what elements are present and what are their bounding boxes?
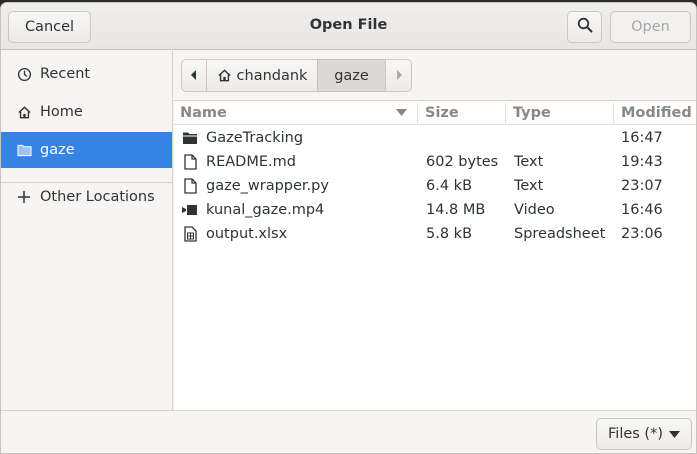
text-file-icon	[182, 154, 198, 170]
file-modified: 16:47	[621, 130, 663, 146]
table-row[interactable]: README.md 602 bytes Text 19:43	[174, 150, 696, 174]
sidebar-item-label: Home	[40, 104, 83, 120]
file-size: 5.8 kB	[426, 226, 473, 242]
file-filter-label: Files (*)	[608, 426, 663, 442]
file-name: kunal_gaze.mp4	[206, 202, 325, 218]
column-header-label: Type	[513, 105, 551, 121]
path-button-label: gaze	[334, 67, 369, 84]
file-type: Video	[514, 202, 555, 218]
clock-icon	[16, 66, 32, 82]
path-scroll-left-button[interactable]	[181, 59, 207, 92]
file-modified: 23:06	[621, 226, 663, 242]
file-modified: 23:07	[621, 178, 663, 194]
home-icon	[217, 68, 232, 83]
video-file-icon	[182, 202, 198, 218]
file-list: Name Size Type Modified GazeTracking 16:…	[174, 100, 696, 410]
file-name: GazeTracking	[206, 130, 304, 146]
table-row[interactable]: kunal_gaze.mp4 14.8 MB Video 16:46	[174, 198, 696, 222]
table-row[interactable]: output.xlsx 5.8 kB Spreadsheet 23:06	[174, 222, 696, 246]
file-name: README.md	[206, 154, 296, 170]
file-modified: 19:43	[621, 154, 663, 170]
open-file-dialog: Cancel Open File Open Recent Home gaze O…	[0, 2, 697, 454]
column-separator	[613, 103, 614, 123]
file-type: Spreadsheet	[514, 226, 606, 242]
chevron-left-icon	[190, 68, 198, 84]
plus-icon	[16, 189, 32, 205]
path-button-current[interactable]: gaze	[317, 59, 386, 92]
places-sidebar: Recent Home gaze Other Locations	[1, 51, 173, 410]
home-icon	[16, 104, 32, 120]
column-separator	[417, 103, 418, 123]
sidebar-item-home[interactable]: Home	[1, 94, 172, 130]
bottom-bar: Files (*)	[1, 410, 696, 453]
path-bar: chandank gaze	[181, 59, 412, 92]
file-size: 602 bytes	[426, 154, 499, 170]
column-header-label: Size	[425, 105, 459, 121]
file-name: output.xlsx	[206, 226, 288, 242]
column-header-type[interactable]: Type	[513, 101, 611, 125]
sidebar-item-label: Other Locations	[40, 189, 155, 205]
cancel-button[interactable]: Cancel	[8, 11, 91, 43]
text-file-icon	[182, 178, 198, 194]
file-filter-dropdown[interactable]: Files (*)	[596, 418, 692, 450]
column-header-label: Name	[180, 105, 227, 121]
folder-icon	[16, 142, 32, 158]
column-header-size[interactable]: Size	[425, 101, 505, 125]
sidebar-item-label: Recent	[40, 66, 91, 82]
sidebar-item-recent[interactable]: Recent	[1, 56, 172, 92]
column-header-name[interactable]: Name	[180, 101, 415, 125]
file-name: gaze_wrapper.py	[206, 178, 329, 194]
file-modified: 16:46	[621, 202, 663, 218]
sidebar-item-gaze[interactable]: gaze	[1, 132, 172, 168]
file-size: 14.8 MB	[426, 202, 486, 218]
path-button-home[interactable]: chandank	[206, 59, 318, 92]
open-button[interactable]: Open	[610, 11, 691, 43]
folder-icon	[182, 130, 198, 146]
path-scroll-right-button[interactable]	[385, 59, 412, 92]
sort-descending-icon	[396, 109, 407, 116]
file-type: Text	[514, 178, 544, 194]
table-row[interactable]: gaze_wrapper.py 6.4 kB Text 23:07	[174, 174, 696, 198]
path-button-label: chandank	[236, 67, 308, 84]
column-header-row: Name Size Type Modified	[174, 101, 696, 125]
spreadsheet-file-icon	[182, 226, 198, 242]
chevron-down-icon	[669, 430, 680, 438]
column-header-modified[interactable]: Modified	[621, 101, 696, 125]
file-size: 6.4 kB	[426, 178, 473, 194]
table-row[interactable]: GazeTracking 16:47	[174, 126, 696, 150]
column-header-label: Modified	[621, 105, 692, 121]
sidebar-item-label: gaze	[40, 142, 75, 158]
sidebar-item-other-locations[interactable]: Other Locations	[1, 179, 172, 215]
search-icon	[577, 17, 593, 37]
search-button[interactable]	[567, 11, 602, 43]
column-separator	[505, 103, 506, 123]
file-type: Text	[514, 154, 544, 170]
header-bar: Cancel Open File Open	[1, 3, 696, 50]
chevron-right-icon	[395, 68, 403, 84]
